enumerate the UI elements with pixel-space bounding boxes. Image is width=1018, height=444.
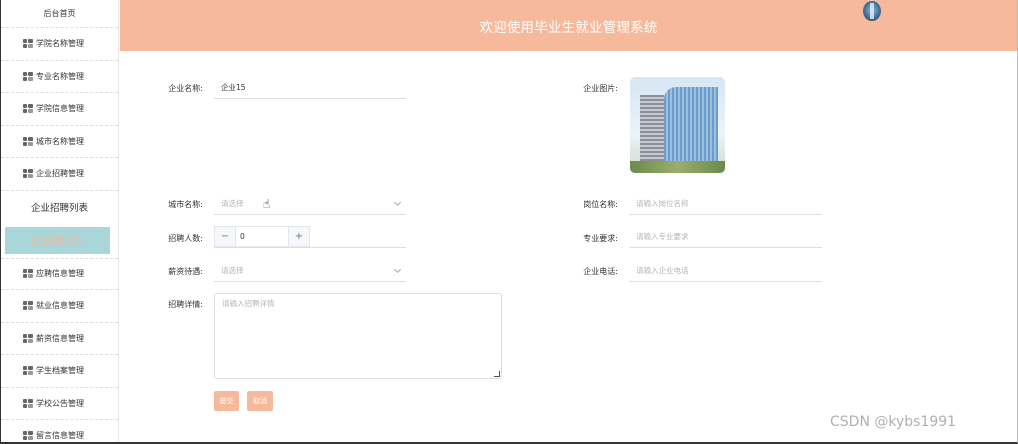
sidebar-item-application[interactable]: 应聘信息管理 <box>1 257 118 290</box>
recruit-count-label: 招聘人数: <box>168 234 203 243</box>
major-req-input[interactable]: 请输入专业要求 <box>629 226 822 248</box>
building-image <box>640 95 664 165</box>
major-req-placeholder: 请输入专业要求 <box>636 232 689 241</box>
recruit-count-stepper: − 0 + <box>214 226 406 248</box>
company-image-upload[interactable] <box>630 77 725 173</box>
sidebar: 后台首页 学院名称管理 专业名称管理 学院信息管理 城市名称管理 企业招聘管理 … <box>1 0 119 442</box>
position-input[interactable]: 请输入岗位名称 <box>629 193 822 215</box>
city-label: 城市名称: <box>168 200 203 209</box>
company-name-input[interactable]: 企业15 <box>214 77 406 99</box>
avatar[interactable] <box>863 1 881 21</box>
position-label: 岗位名称: <box>583 200 618 209</box>
sidebar-item-label: 就业信息管理 <box>36 301 84 311</box>
grid-icon <box>23 71 33 81</box>
grid-icon <box>23 136 33 146</box>
grid-icon <box>23 301 33 311</box>
phone-placeholder: 请输入企业电话 <box>636 266 689 275</box>
company-name-label: 企业名称: <box>168 84 203 93</box>
resize-handle-icon[interactable] <box>494 371 500 377</box>
phone-label: 企业电话: <box>583 267 618 276</box>
sidebar-item-label: 专业名称管理 <box>36 71 84 81</box>
sidebar-item-message[interactable]: 留言信息管理 <box>1 420 118 442</box>
sidebar-item-label: 学院名称管理 <box>36 39 84 49</box>
hand-cursor-icon: ☝ <box>263 197 271 211</box>
position-placeholder: 请输入岗位名称 <box>636 199 689 208</box>
company-name-value: 企业15 <box>221 83 246 92</box>
top-header: 欢迎使用毕业生就业管理系统 <box>120 0 1017 51</box>
sidebar-item-company-recruit[interactable]: 企业招聘管理 <box>1 158 118 191</box>
details-label: 招聘详情: <box>168 300 203 309</box>
building-image <box>664 87 718 165</box>
sidebar-item-employment[interactable]: 就业信息管理 <box>1 290 118 323</box>
chevron-down-icon <box>393 198 402 207</box>
city-select-placeholder: 请选择 <box>221 199 244 208</box>
sidebar-subitem-recruit-list[interactable]: 企业招聘列表 <box>1 191 118 223</box>
major-req-label: 专业要求: <box>583 234 618 243</box>
sidebar-item-label: 应聘信息管理 <box>36 269 84 279</box>
salary-select[interactable]: 请选择 <box>214 260 406 282</box>
sidebar-item-salary[interactable]: 薪资信息管理 <box>1 323 118 355</box>
window-frame <box>0 0 1018 444</box>
page-title: 欢迎使用毕业生就业管理系统 <box>479 19 658 36</box>
sidebar-item-notice[interactable]: 学校公告管理 <box>1 388 118 420</box>
increment-button[interactable]: + <box>288 226 310 247</box>
grid-icon <box>23 39 33 49</box>
sidebar-item-label: 企业招聘管理 <box>36 169 84 179</box>
sidebar-item-label: 学院信息管理 <box>36 104 84 114</box>
grid-icon <box>23 104 33 114</box>
watermark: CSDN @kybs1991 <box>830 414 957 430</box>
sidebar-subitem-recruit-add[interactable]: 企业招聘添加 <box>5 226 110 254</box>
sidebar-item-label: 留言信息管理 <box>36 431 84 441</box>
grid-icon <box>23 431 33 441</box>
city-select[interactable]: 请选择 <box>214 193 406 215</box>
recruit-count-input[interactable]: 0 <box>236 226 288 247</box>
building-image <box>630 161 725 173</box>
sidebar-item-college-name[interactable]: 学院名称管理 <box>1 28 118 61</box>
grid-icon <box>23 169 33 179</box>
cancel-button[interactable]: 取消 <box>247 391 273 411</box>
details-textarea[interactable]: 请输入招聘详情 <box>214 293 502 379</box>
grid-icon <box>23 398 33 408</box>
sidebar-item-student-archive[interactable]: 学生档案管理 <box>1 355 118 388</box>
phone-input[interactable]: 请输入企业电话 <box>629 260 822 282</box>
sidebar-home-link[interactable]: 后台首页 <box>1 0 118 28</box>
sidebar-item-college-info[interactable]: 学院信息管理 <box>1 93 118 126</box>
salary-label: 薪资待遇: <box>168 267 203 276</box>
sidebar-item-label: 学生档案管理 <box>36 366 84 376</box>
grid-icon <box>23 333 33 343</box>
grid-icon <box>23 366 33 376</box>
sidebar-item-major-name[interactable]: 专业名称管理 <box>1 61 118 93</box>
decrement-button[interactable]: − <box>214 226 236 247</box>
sidebar-item-label: 学校公告管理 <box>36 398 84 408</box>
sidebar-item-label: 城市名称管理 <box>36 136 84 146</box>
company-image-label: 企业图片: <box>583 84 618 93</box>
salary-select-placeholder: 请选择 <box>221 266 244 275</box>
sidebar-item-label: 薪资信息管理 <box>36 333 84 343</box>
details-placeholder: 请输入招聘详情 <box>222 299 275 308</box>
submit-button[interactable]: 提交 <box>214 391 239 411</box>
sidebar-item-city-name[interactable]: 城市名称管理 <box>1 126 118 158</box>
chevron-down-icon <box>393 265 402 274</box>
grid-icon <box>23 269 33 279</box>
